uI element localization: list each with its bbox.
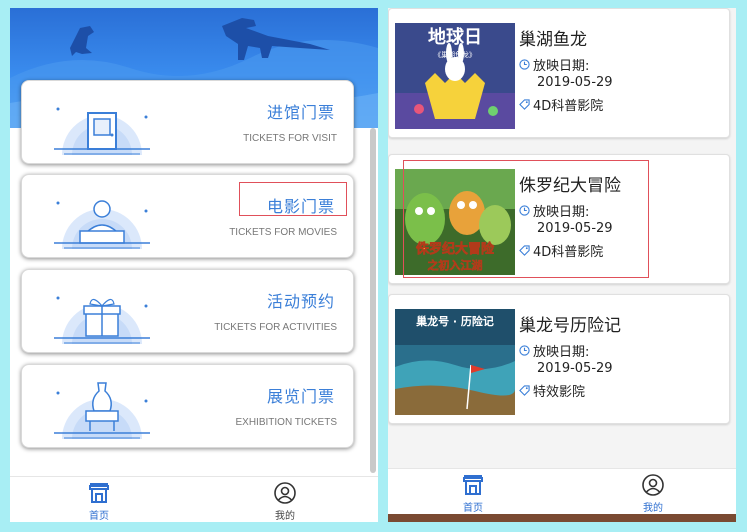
exhibition-ticket-card[interactable]: 展览门票 EXHIBITION TICKETS <box>21 364 354 448</box>
clock-icon <box>519 345 533 360</box>
bottom-tab-bar: 首页 我的 <box>10 476 378 522</box>
activity-ticket-card[interactable]: 活动预约 TICKETS FOR ACTIVITIES <box>21 269 354 353</box>
movie-highlight <box>403 160 649 278</box>
movie-venue: 4D科普影院 <box>533 99 604 114</box>
poster-title: 巢龙号 · 历险记 <box>415 314 494 328</box>
home-icon <box>463 475 483 495</box>
ticket-title-en: TICKETS FOR VISIT <box>243 133 337 144</box>
movie-date: 2019-05-29 <box>537 75 613 90</box>
tab-mine-label: 我的 <box>643 503 663 514</box>
ticket-title-en: EXHIBITION TICKETS <box>235 417 338 428</box>
ticket-title-cn: 展览门票 <box>266 387 335 406</box>
date-label: 放映日期: <box>533 345 590 360</box>
user-icon <box>274 482 296 504</box>
tab-mine-label: 我的 <box>275 511 295 522</box>
date-label-row: 放映日期: <box>519 55 589 74</box>
ticket-home-screen: 进馆门票 TICKETS FOR VISIT 电影门票 TICKETS FOR … <box>10 8 378 522</box>
ticket-title-en: TICKETS FOR ACTIVITIES <box>214 322 337 333</box>
scrollbar[interactable] <box>370 128 376 473</box>
tag-icon <box>519 99 533 114</box>
poster-title: 地球日 <box>428 26 482 48</box>
bottom-strip <box>388 514 736 522</box>
movie-item[interactable]: 侏罗纪大冒险 之初入江湖 侏罗纪大冒险 放映日期: 2019-05-29 4D科… <box>388 154 730 284</box>
movie-item[interactable]: 地球日 《巢湖鱼龙》 巢湖鱼龙 放映日期: 2019-05-29 4D科普影院 <box>388 8 730 138</box>
tag-icon <box>519 385 533 400</box>
tab-home-label: 首页 <box>463 503 483 514</box>
ticket-title-en: TICKETS FOR MOVIES <box>229 227 337 238</box>
date-label-row: 放映日期: <box>519 341 589 360</box>
tab-home-label: 首页 <box>89 511 109 522</box>
venue-row: 特效影院 <box>519 381 585 400</box>
poster-subtitle: 《巢湖鱼龙》 <box>434 50 476 59</box>
movie-date: 2019-05-29 <box>537 361 613 376</box>
movie-venue: 特效影院 <box>533 385 586 400</box>
ticket-list-scroll[interactable]: 进馆门票 TICKETS FOR VISIT 电影门票 TICKETS FOR … <box>10 8 378 476</box>
tab-mine[interactable]: 我的 <box>628 473 678 514</box>
movie-title: 巢龙号历险记 <box>519 316 621 336</box>
bottom-tab-bar: 首页 我的 <box>388 468 736 514</box>
visit-ticket-card[interactable]: 进馆门票 TICKETS FOR VISIT <box>21 80 354 164</box>
museum-door-icon <box>54 107 150 155</box>
ticket-title-cn: 活动预约 <box>266 292 335 311</box>
movie-ticket-highlight <box>239 182 347 216</box>
clock-icon <box>519 59 533 74</box>
tab-mine[interactable]: 我的 <box>260 481 310 522</box>
tab-home[interactable]: 首页 <box>74 481 124 522</box>
venue-row: 4D科普影院 <box>519 95 603 114</box>
movie-item[interactable]: 巢龙号 · 历险记 巢龙号历险记 放映日期: 2019-05-29 特效影院 <box>388 294 730 424</box>
date-label: 放映日期: <box>533 59 590 74</box>
gift-box-icon <box>54 296 150 344</box>
ticket-clerk-icon <box>54 200 150 249</box>
movie-poster: 巢龙号 · 历险记 <box>395 309 515 415</box>
tab-home[interactable]: 首页 <box>448 473 498 514</box>
movie-title: 巢湖鱼龙 <box>519 30 587 50</box>
vase-exhibit-icon <box>54 382 150 439</box>
user-icon <box>642 474 664 496</box>
home-icon <box>89 483 109 503</box>
movie-list-screen: 地球日 《巢湖鱼龙》 巢湖鱼龙 放映日期: 2019-05-29 4D科普影院 <box>388 8 736 522</box>
movie-poster: 地球日 《巢湖鱼龙》 <box>395 23 515 129</box>
ticket-title-cn: 进馆门票 <box>266 103 335 122</box>
